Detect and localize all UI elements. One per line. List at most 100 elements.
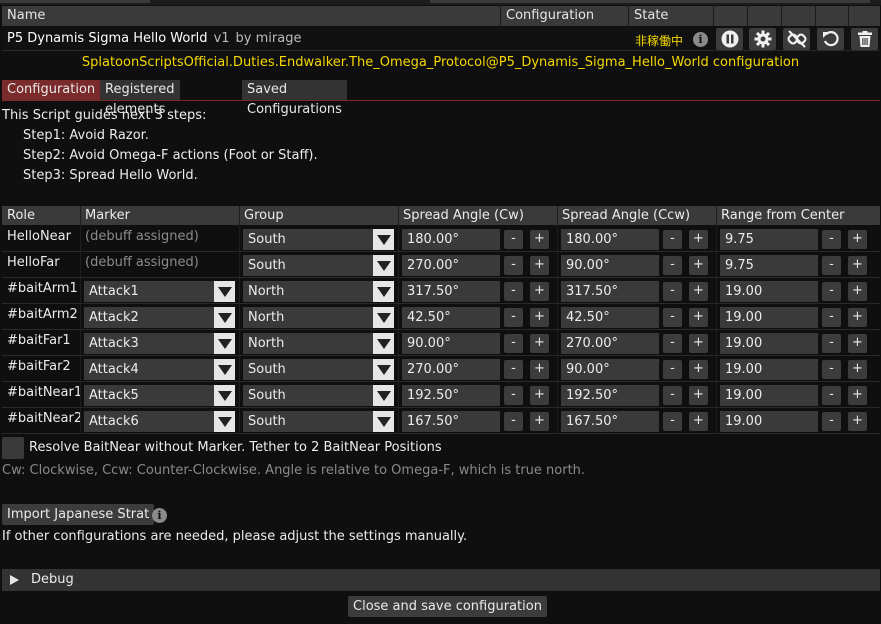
range-from-center-decrement-button[interactable]: - [822, 360, 841, 379]
debug-section[interactable]: Debug [2, 569, 880, 591]
script-row[interactable]: P5 Dynamis Sigma Hello World v1 by mirage … [2, 27, 880, 51]
spread-angle-ccw-input[interactable]: 180.00° [561, 229, 659, 250]
spread-angle-cw-increment-button[interactable]: + [530, 412, 549, 431]
range-from-center-increment-button[interactable]: + [848, 256, 867, 275]
range-from-center-decrement-button[interactable]: - [822, 230, 841, 249]
spread-angle-cw-increment-button[interactable]: + [530, 360, 549, 379]
close-and-save-button[interactable]: Close and save configuration [348, 596, 547, 617]
settings-button[interactable] [749, 28, 776, 50]
chevron-down-icon[interactable] [373, 229, 394, 250]
range-from-center-increment-button[interactable]: + [848, 412, 867, 431]
group-select[interactable]: South [243, 359, 394, 380]
spread-angle-ccw-decrement-button[interactable]: - [663, 334, 682, 353]
spread-angle-cw-decrement-button[interactable]: - [504, 334, 523, 353]
marker-select[interactable]: Attack2 [84, 307, 235, 328]
spread-angle-ccw-input[interactable]: 90.00° [561, 359, 659, 380]
marker-select[interactable]: Attack4 [84, 359, 235, 380]
spread-angle-ccw-increment-button[interactable]: + [689, 308, 708, 327]
spread-angle-ccw-increment-button[interactable]: + [689, 256, 708, 275]
tab-registered-elements[interactable]: Registered elements [100, 80, 180, 117]
unlink-button[interactable] [783, 28, 810, 50]
spread-angle-ccw-increment-button[interactable]: + [689, 360, 708, 379]
spread-angle-cw-decrement-button[interactable]: - [504, 412, 523, 431]
range-from-center-decrement-button[interactable]: - [822, 412, 841, 431]
spread-angle-ccw-decrement-button[interactable]: - [663, 256, 682, 275]
spread-angle-cw-decrement-button[interactable]: - [504, 360, 523, 379]
spread-angle-cw-input[interactable]: 270.00° [402, 359, 500, 380]
range-from-center-input[interactable]: 19.00 [720, 411, 818, 432]
range-from-center-decrement-button[interactable]: - [822, 386, 841, 405]
spread-angle-cw-decrement-button[interactable]: - [504, 308, 523, 327]
spread-angle-cw-decrement-button[interactable]: - [504, 256, 523, 275]
marker-select[interactable]: Attack6 [84, 411, 235, 432]
range-from-center-increment-button[interactable]: + [848, 230, 867, 249]
spread-angle-ccw-increment-button[interactable]: + [689, 282, 708, 301]
spread-angle-ccw-increment-button[interactable]: + [689, 230, 708, 249]
range-from-center-decrement-button[interactable]: - [822, 256, 841, 275]
range-from-center-decrement-button[interactable]: - [822, 308, 841, 327]
spread-angle-ccw-increment-button[interactable]: + [689, 334, 708, 353]
spread-angle-ccw-increment-button[interactable]: + [689, 386, 708, 405]
spread-angle-cw-input[interactable]: 192.50° [402, 385, 500, 406]
range-from-center-input[interactable]: 9.75 [720, 255, 818, 276]
tab-saved-configurations[interactable]: Saved Configurations [242, 80, 347, 117]
marker-select[interactable]: Attack1 [84, 281, 235, 302]
spread-angle-cw-decrement-button[interactable]: - [504, 282, 523, 301]
group-select[interactable]: South [243, 255, 394, 276]
reload-button[interactable] [817, 28, 844, 50]
chevron-down-icon[interactable] [373, 255, 394, 276]
range-from-center-input[interactable]: 9.75 [720, 229, 818, 250]
info-icon[interactable]: i [693, 32, 708, 47]
chevron-down-icon[interactable] [373, 333, 394, 354]
chevron-down-icon[interactable] [373, 411, 394, 432]
spread-angle-cw-input[interactable]: 317.50° [402, 281, 500, 302]
group-select[interactable]: South [243, 229, 394, 250]
spread-angle-cw-increment-button[interactable]: + [530, 230, 549, 249]
spread-angle-cw-input[interactable]: 167.50° [402, 411, 500, 432]
spread-angle-ccw-decrement-button[interactable]: - [663, 308, 682, 327]
spread-angle-cw-increment-button[interactable]: + [530, 282, 549, 301]
group-select[interactable]: South [243, 385, 394, 406]
range-from-center-increment-button[interactable]: + [848, 308, 867, 327]
group-select[interactable]: South [243, 411, 394, 432]
group-select[interactable]: North [243, 281, 394, 302]
spread-angle-ccw-decrement-button[interactable]: - [663, 360, 682, 379]
range-from-center-input[interactable]: 19.00 [720, 385, 818, 406]
spread-angle-cw-increment-button[interactable]: + [530, 386, 549, 405]
spread-angle-ccw-decrement-button[interactable]: - [663, 282, 682, 301]
group-select[interactable]: North [243, 333, 394, 354]
spread-angle-ccw-increment-button[interactable]: + [689, 412, 708, 431]
range-from-center-input[interactable]: 19.00 [720, 281, 818, 302]
chevron-down-icon[interactable] [214, 307, 235, 328]
delete-button[interactable] [851, 28, 878, 50]
marker-select[interactable]: Attack5 [84, 385, 235, 406]
resolve-baitnear-checkbox[interactable] [2, 437, 24, 459]
chevron-down-icon[interactable] [373, 385, 394, 406]
spread-angle-ccw-input[interactable]: 42.50° [561, 307, 659, 328]
range-from-center-input[interactable]: 19.00 [720, 307, 818, 328]
range-from-center-input[interactable]: 19.00 [720, 333, 818, 354]
spread-angle-ccw-input[interactable]: 90.00° [561, 255, 659, 276]
chevron-down-icon[interactable] [214, 385, 235, 406]
spread-angle-cw-input[interactable]: 42.50° [402, 307, 500, 328]
range-from-center-decrement-button[interactable]: - [822, 282, 841, 301]
spread-angle-ccw-input[interactable]: 317.50° [561, 281, 659, 302]
spread-angle-cw-increment-button[interactable]: + [530, 256, 549, 275]
range-from-center-decrement-button[interactable]: - [822, 334, 841, 353]
chevron-down-icon[interactable] [373, 281, 394, 302]
spread-angle-cw-decrement-button[interactable]: - [504, 386, 523, 405]
chevron-down-icon[interactable] [373, 307, 394, 328]
group-select[interactable]: North [243, 307, 394, 328]
chevron-down-icon[interactable] [214, 359, 235, 380]
spread-angle-ccw-input[interactable]: 192.50° [561, 385, 659, 406]
spread-angle-cw-input[interactable]: 90.00° [402, 333, 500, 354]
info-icon[interactable]: i [152, 508, 167, 523]
spread-angle-cw-decrement-button[interactable]: - [504, 230, 523, 249]
spread-angle-ccw-decrement-button[interactable]: - [663, 230, 682, 249]
chevron-down-icon[interactable] [214, 333, 235, 354]
spread-angle-ccw-decrement-button[interactable]: - [663, 386, 682, 405]
chevron-down-icon[interactable] [373, 359, 394, 380]
tab-configuration[interactable]: Configuration [2, 80, 101, 100]
spread-angle-ccw-input[interactable]: 270.00° [561, 333, 659, 354]
spread-angle-ccw-decrement-button[interactable]: - [663, 412, 682, 431]
